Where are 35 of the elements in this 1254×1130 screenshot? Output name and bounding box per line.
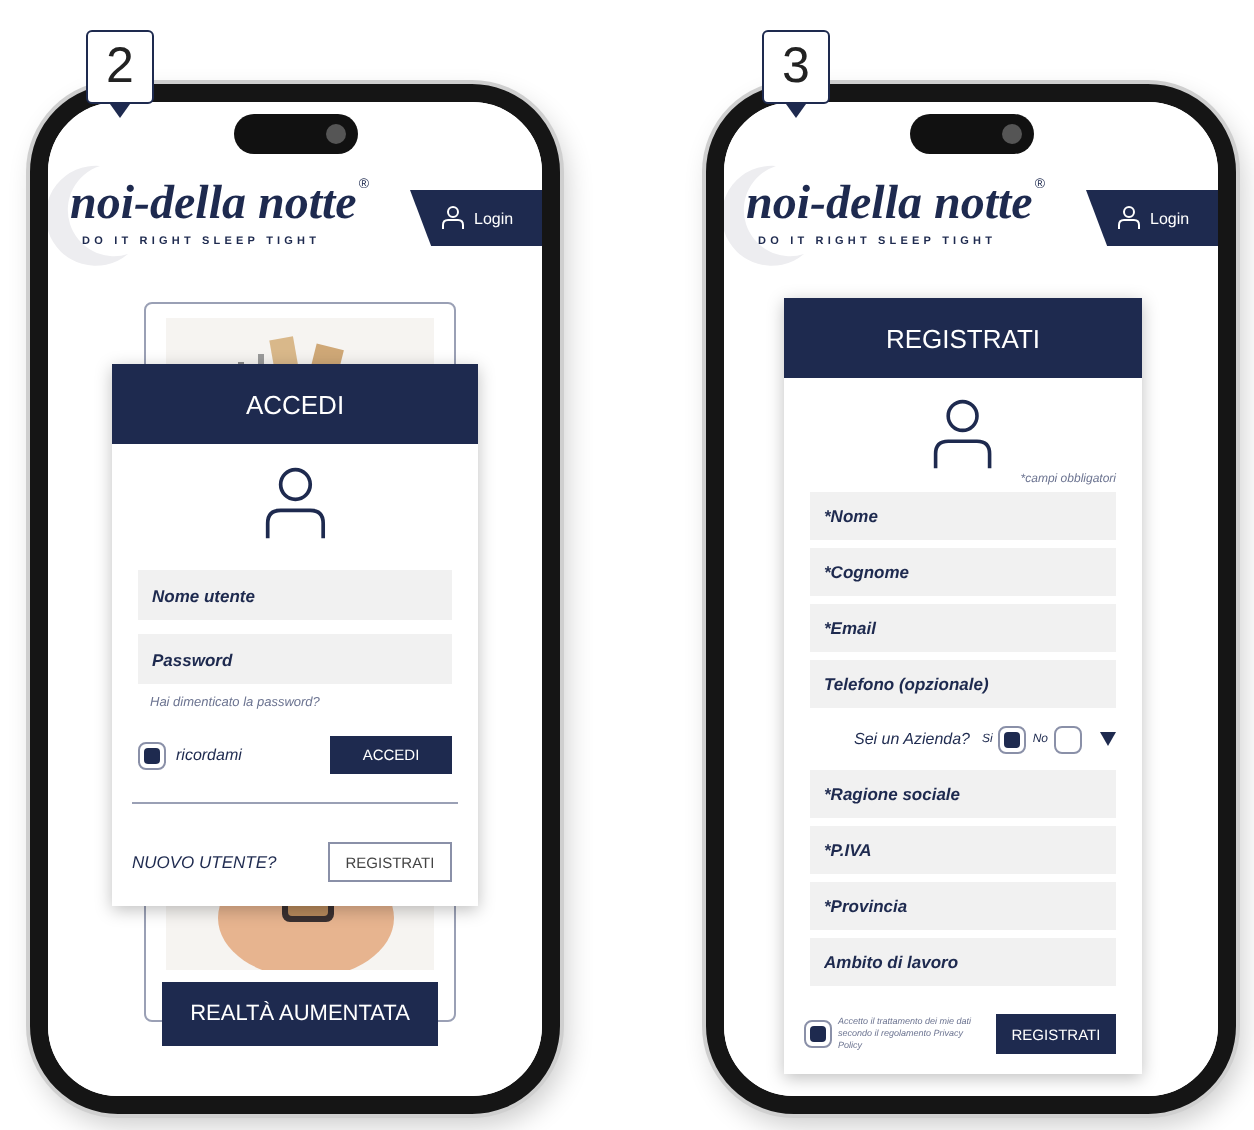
pointer-icon — [110, 104, 130, 118]
brand-logo: noi-della notte — [70, 178, 357, 231]
text-field[interactable]: *Nome — [810, 492, 1116, 540]
text-field[interactable]: Ambito di lavoro — [810, 938, 1116, 986]
text-field[interactable]: Nome utente — [138, 570, 452, 620]
company-question: Sei un Azienda? — [854, 730, 970, 748]
card-title: REGISTRATI — [784, 298, 1142, 378]
brand-logo: noi-della notte — [746, 178, 1033, 231]
user-icon — [1118, 206, 1140, 230]
checkbox[interactable] — [138, 741, 166, 769]
caret-icon[interactable] — [1100, 732, 1116, 746]
new-user-label: NUOVO UTENTE? — [132, 852, 277, 872]
step-number: 3 — [762, 30, 830, 104]
login-button[interactable]: Login — [410, 190, 542, 246]
checkbox[interactable] — [804, 1020, 832, 1048]
augmented-reality-button[interactable]: REALTÀ AUMENTATA — [162, 982, 438, 1046]
login-button[interactable]: Login — [1086, 190, 1218, 246]
user-icon — [442, 206, 464, 230]
camera-notch — [909, 114, 1033, 154]
user-icon — [263, 466, 327, 540]
checkbox-label: ricordami — [176, 746, 242, 764]
text-field[interactable]: *Ragione sociale — [810, 770, 1116, 818]
step-number: 2 — [86, 30, 154, 104]
text-field[interactable]: *Cognome — [810, 548, 1116, 596]
pointer-icon — [786, 104, 806, 118]
card-title: ACCEDI — [112, 364, 478, 444]
radio-option[interactable] — [998, 725, 1027, 753]
text-field[interactable]: *Provincia — [810, 882, 1116, 930]
text-field[interactable]: Password — [138, 634, 452, 684]
text-field[interactable]: *Email — [810, 604, 1116, 652]
camera-notch — [233, 114, 357, 154]
text-field[interactable]: *P.IVA — [810, 826, 1116, 874]
radio-option[interactable] — [1054, 725, 1082, 753]
user-icon — [932, 398, 994, 470]
text-field[interactable]: Telefono (opzionale) — [810, 660, 1116, 708]
